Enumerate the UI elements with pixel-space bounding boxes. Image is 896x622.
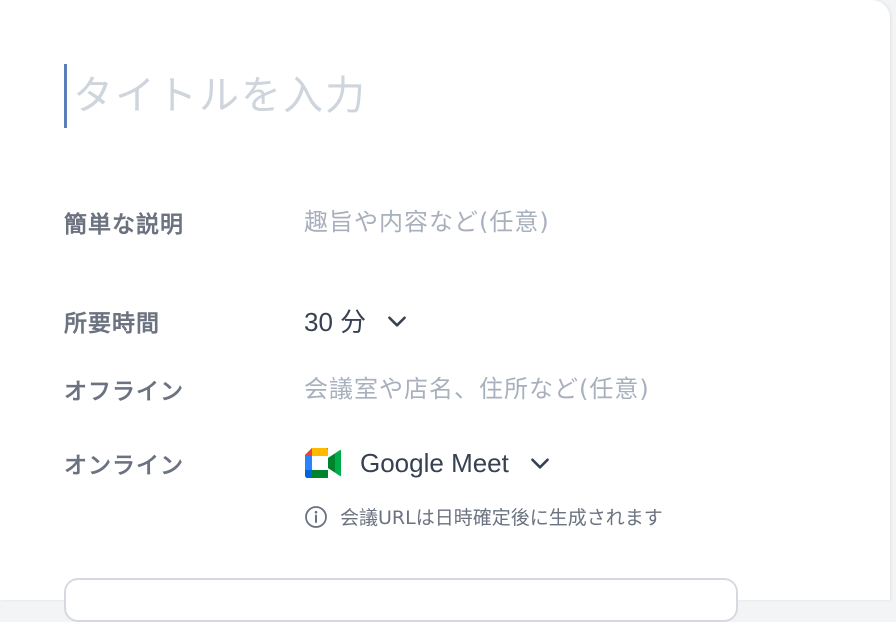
duration-select[interactable]: 30 分 [304,302,410,339]
duration-label: 所要時間 [64,310,160,337]
event-form-card: 簡単な説明 所要時間 30 分 オフライン オンライン [0,0,890,622]
chevron-down-icon [530,458,549,469]
offline-row: オフライン [64,372,804,406]
description-label: 簡単な説明 [64,212,184,238]
title-input[interactable] [73,73,813,119]
text-cursor [64,64,67,128]
google-meet-icon [305,448,341,478]
offline-location-input[interactable] [304,375,804,403]
info-icon [305,505,327,528]
chevron-down-icon [388,315,407,327]
meeting-url-hint-text: 会議URLは日時確定後に生成されます [340,507,663,529]
description-row: 簡単な説明 [64,205,804,239]
offline-label: オフライン [64,379,184,405]
duration-value: 30 分 [304,307,367,337]
meeting-url-hint: 会議URLは日時確定後に生成されます [304,503,663,530]
online-row: オンライン Google Meet [64,446,553,480]
duration-row: 所要時間 30 分 [64,302,410,339]
online-label: オンライン [64,453,184,479]
online-meeting-value: Google Meet [360,447,509,478]
description-input[interactable] [304,208,804,236]
online-meeting-select[interactable]: Google Meet [304,448,553,479]
title-field-wrapper [64,64,824,128]
next-field-box[interactable] [64,578,738,622]
